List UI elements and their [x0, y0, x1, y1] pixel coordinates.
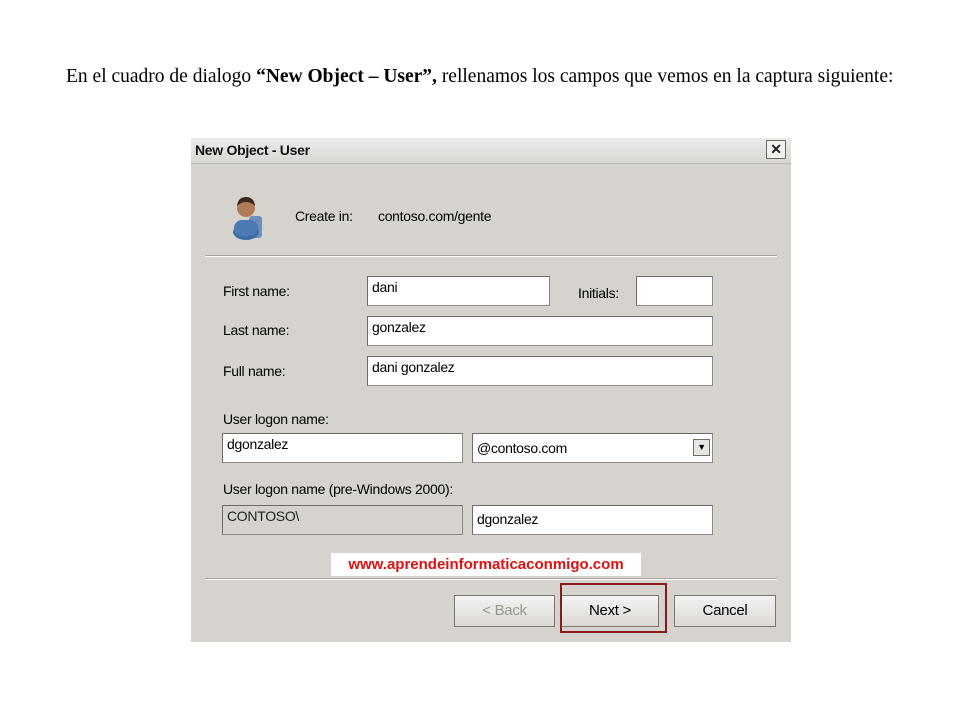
- back-button[interactable]: < Back: [454, 595, 555, 627]
- first-name-label: First name:: [223, 283, 290, 299]
- next-button-highlight: [560, 583, 667, 633]
- create-in-value: contoso.com/gente: [378, 208, 492, 224]
- instruction-caption: En el cuadro de dialogo “New Object – Us…: [66, 64, 936, 90]
- logon-name-label: User logon name:: [223, 411, 329, 427]
- caption-dialog-name: “New Object – User”,: [256, 66, 437, 87]
- caption-text-after: rellenamos los campos que vemos en la ca…: [436, 66, 894, 87]
- create-in-label: Create in:: [295, 208, 353, 224]
- new-object-user-dialog: New Object - User ✕ Create in: contoso.c…: [191, 138, 791, 642]
- close-icon[interactable]: ✕: [766, 140, 786, 159]
- prewin-logon-label: User logon name (pre-Windows 2000):: [223, 481, 453, 497]
- prewin-logon-field[interactable]: dgonzalez: [472, 505, 713, 535]
- separator: [205, 255, 777, 257]
- domain-dropdown[interactable]: @contoso.com ▼: [472, 433, 713, 463]
- dialog-titlebar: New Object - User ✕: [191, 138, 791, 164]
- dialog-title: New Object - User: [195, 142, 310, 158]
- first-name-field[interactable]: dani: [367, 276, 550, 306]
- caption-text-before: En el cuadro de dialogo: [66, 66, 257, 87]
- initials-field[interactable]: [636, 276, 713, 306]
- initials-label: Initials:: [578, 285, 619, 301]
- separator: [205, 578, 777, 580]
- full-name-label: Full name:: [223, 363, 286, 379]
- watermark: www.aprendeinformaticaconmigo.com: [331, 553, 641, 576]
- user-icon: [233, 197, 262, 240]
- domain-value: @contoso.com: [477, 440, 567, 456]
- last-name-field[interactable]: gonzalez: [367, 316, 713, 346]
- last-name-label: Last name:: [223, 322, 290, 338]
- full-name-field[interactable]: dani gonzalez: [367, 356, 713, 386]
- logon-name-field[interactable]: dgonzalez: [222, 433, 463, 463]
- chevron-down-icon[interactable]: ▼: [693, 439, 710, 456]
- prewin-domain-field: CONTOSO\: [222, 505, 463, 535]
- cancel-button[interactable]: Cancel: [674, 595, 776, 627]
